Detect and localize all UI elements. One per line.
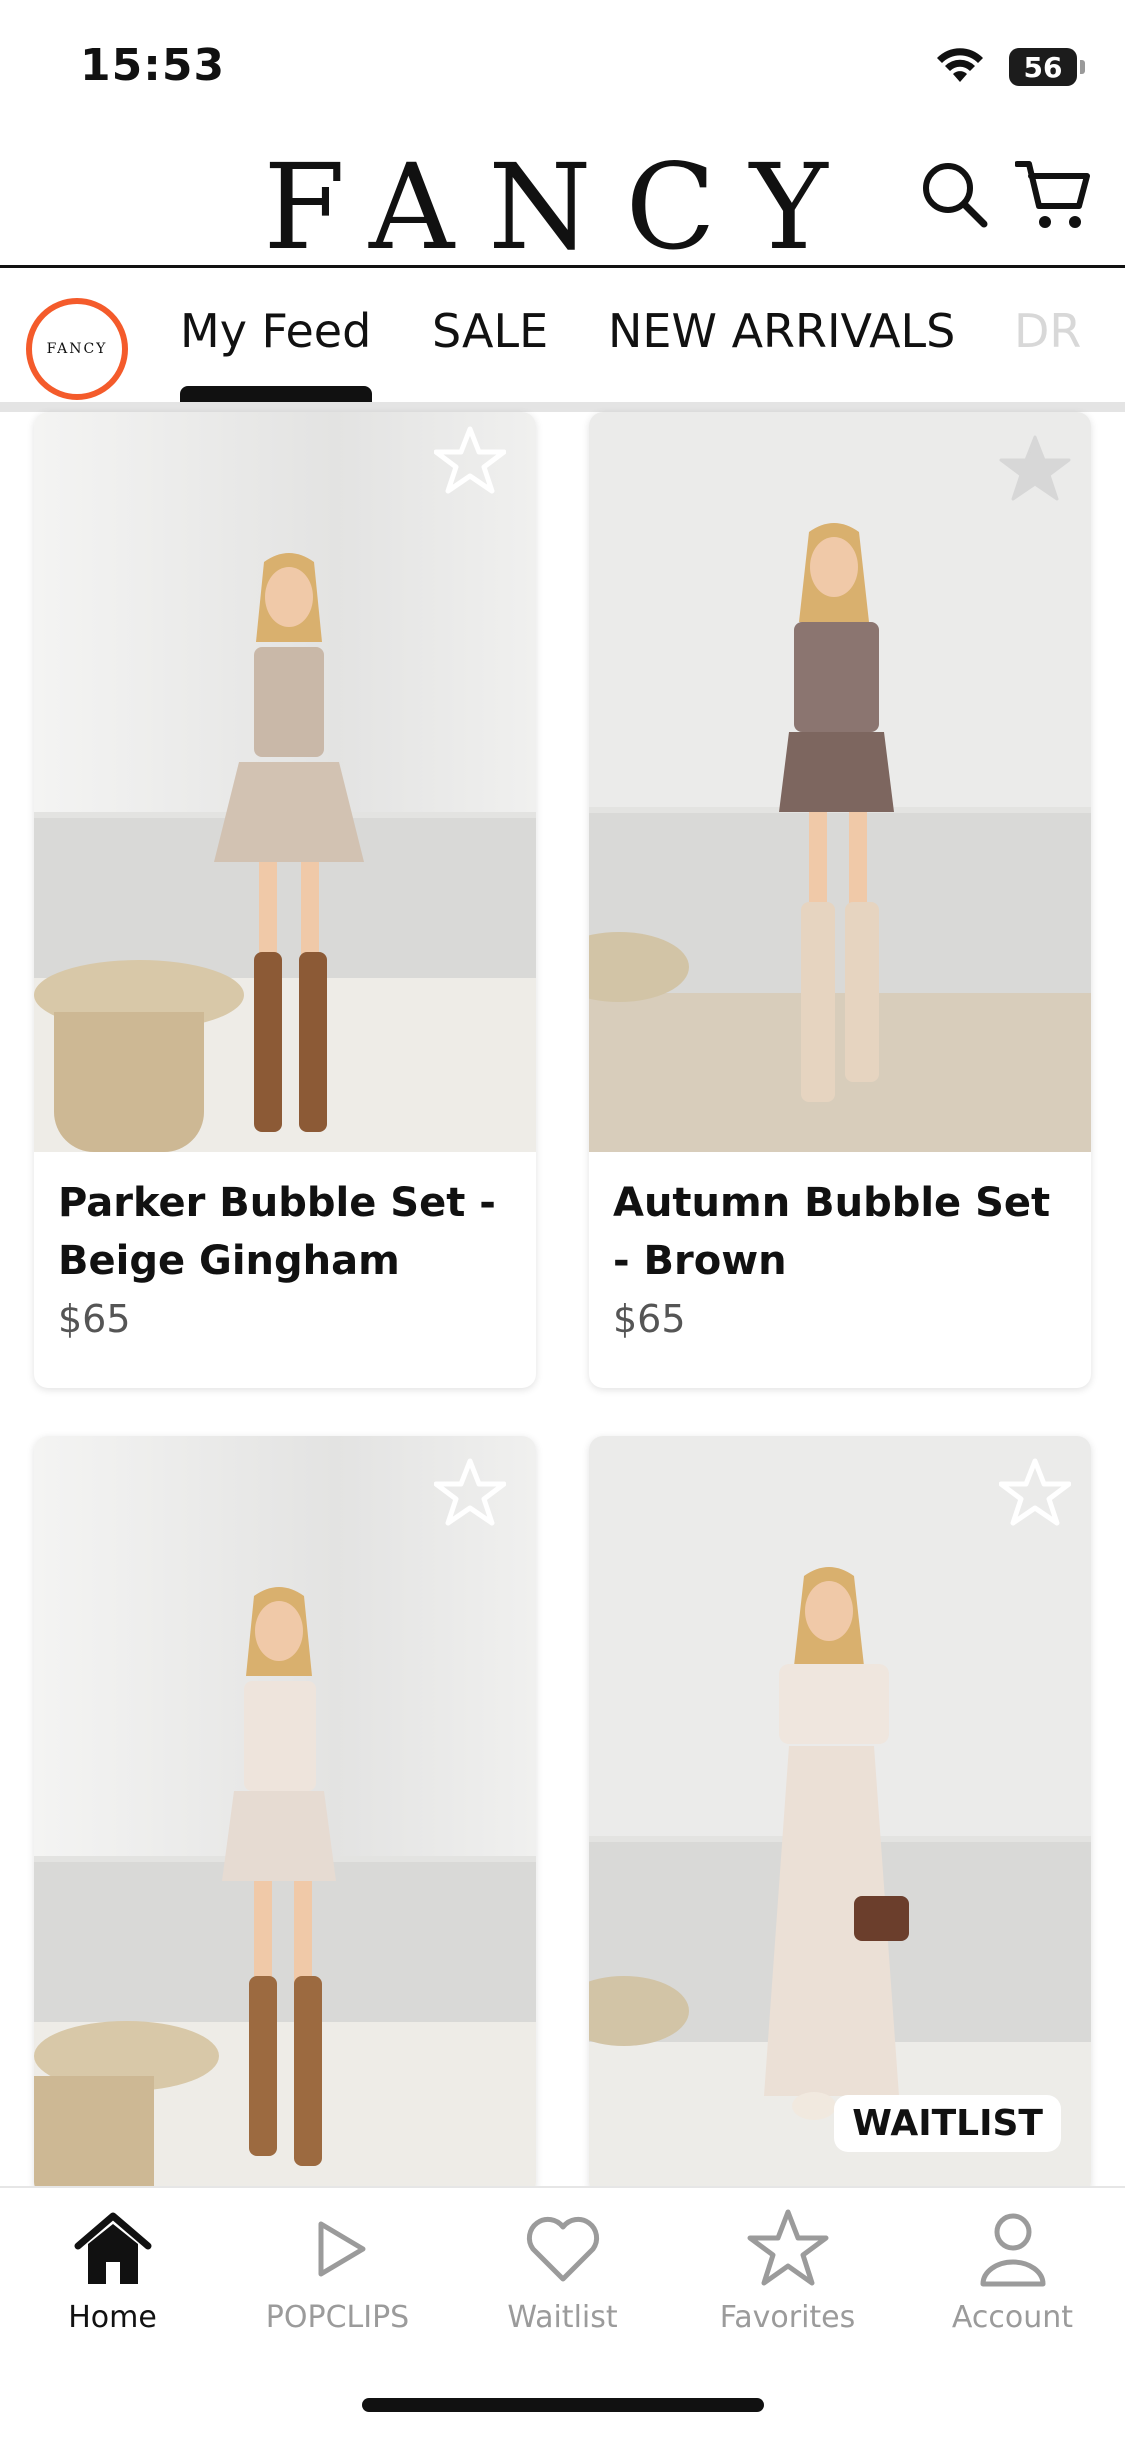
nav-waitlist-label: Waitlist [507, 2300, 618, 2335]
wifi-icon [937, 48, 983, 82]
battery-indicator: 56 [1009, 48, 1085, 86]
tab-new-arrivals[interactable]: NEW ARRIVALS [608, 304, 955, 358]
home-indicator [362, 2398, 764, 2412]
cart-icon[interactable] [1015, 158, 1091, 232]
store-logo-avatar[interactable]: FANCY [26, 298, 128, 400]
status-bar: 15:53 56 [0, 0, 1125, 130]
product-image[interactable] [589, 412, 1091, 1152]
app-header: FANCY [0, 130, 1125, 276]
tab-dresses[interactable]: DR [1014, 304, 1081, 358]
nav-waitlist[interactable]: Waitlist [450, 2204, 675, 2335]
model-figure [214, 553, 364, 1132]
play-icon [318, 2221, 365, 2277]
product-image[interactable] [34, 1436, 536, 2196]
favorite-star-icon[interactable] [434, 1456, 506, 1528]
home-icon [74, 2212, 151, 2284]
status-time: 15:53 [80, 40, 226, 91]
nav-home[interactable]: Home [0, 2204, 225, 2335]
search-icon[interactable] [920, 160, 990, 230]
heart-icon [526, 2216, 599, 2282]
product-card[interactable] [34, 1436, 536, 2196]
category-tabs: FANCY My Feed SALE NEW ARRIVALS DR [0, 268, 1125, 403]
product-name[interactable]: Autumn Bubble Set - Brown [613, 1174, 1073, 1290]
favorite-star-icon[interactable] [999, 1456, 1071, 1528]
battery-level: 56 [1023, 50, 1063, 84]
nav-popclips[interactable]: POPCLIPS [225, 2204, 450, 2335]
product-image[interactable] [589, 1436, 1091, 2196]
tab-sale[interactable]: SALE [432, 304, 548, 358]
person-icon [980, 2213, 1045, 2287]
model-figure [222, 1587, 336, 2166]
favorite-star-icon[interactable] [999, 432, 1071, 504]
product-card[interactable]: WAITLIST [589, 1436, 1091, 2196]
product-name[interactable]: Parker Bubble Set - Beige Gingham [58, 1174, 518, 1290]
nav-home-label: Home [68, 2300, 157, 2335]
product-price: $65 [58, 1297, 131, 1341]
model-figure [764, 1567, 909, 2120]
favorite-star-icon[interactable] [434, 424, 506, 496]
nav-popclips-label: POPCLIPS [265, 2300, 410, 2335]
product-card[interactable]: Autumn Bubble Set - Brown $65 [589, 412, 1091, 1388]
tab-my-feed[interactable]: My Feed [180, 304, 371, 358]
product-image[interactable] [34, 412, 536, 1152]
nav-favorites[interactable]: Favorites [675, 2204, 900, 2335]
model-figure [779, 523, 894, 1102]
nav-favorites-label: Favorites [719, 2300, 856, 2335]
waitlist-badge: WAITLIST [834, 2095, 1061, 2152]
nav-account[interactable]: Account [900, 2204, 1125, 2335]
product-price: $65 [613, 1297, 686, 1341]
nav-account-label: Account [951, 2300, 1074, 2335]
store-logo-text: FANCY [46, 341, 108, 357]
tabs-divider [0, 402, 1125, 412]
active-tab-indicator [180, 386, 372, 402]
product-card[interactable]: Parker Bubble Set - Beige Gingham $65 [34, 412, 536, 1388]
star-icon [747, 2209, 828, 2286]
